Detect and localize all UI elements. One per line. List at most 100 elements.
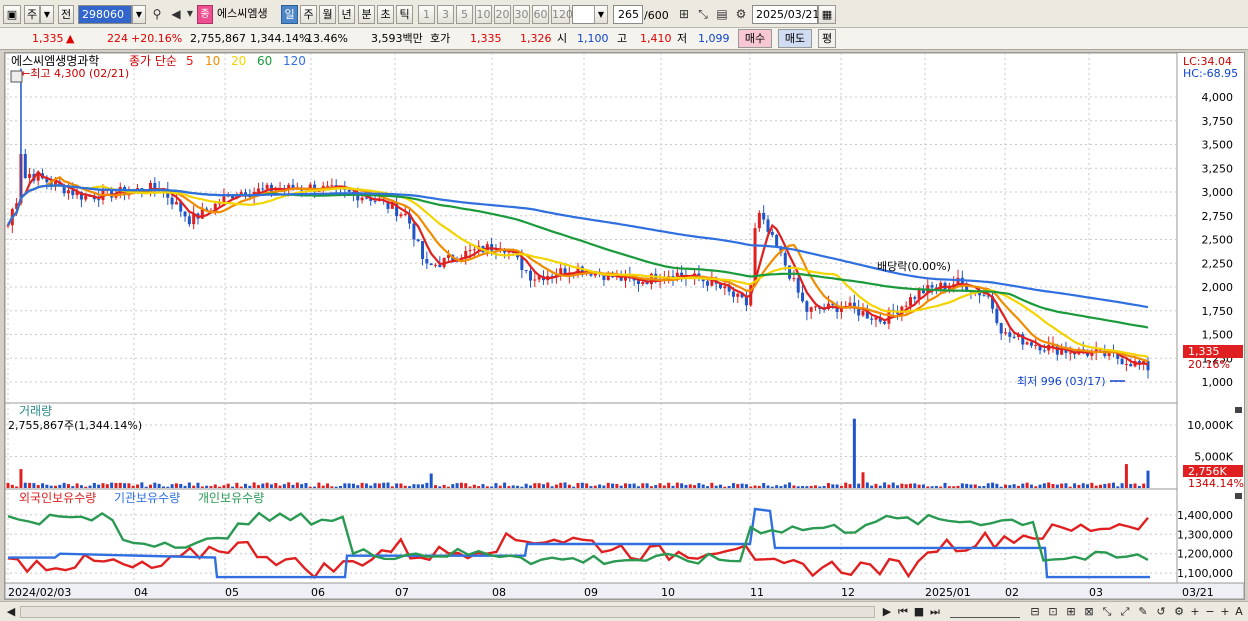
- volume-bar: [6, 482, 10, 488]
- chart-area[interactable]: 4,000 3,750 3,500 3,250 3,000 2,750 2,500 2,250…: [4, 52, 1245, 600]
- volume-bar: [1142, 483, 1146, 488]
- interval-120[interactable]: 120: [551, 5, 573, 24]
- volume-bar: [611, 483, 615, 488]
- last-page-icon[interactable]: ⏭: [928, 604, 942, 620]
- volume-bar: [822, 485, 826, 488]
- volume-bar: [326, 483, 330, 488]
- tool-icon-2[interactable]: ⊡: [1046, 604, 1060, 620]
- period-week[interactable]: 주: [300, 5, 317, 24]
- period-year[interactable]: 년: [338, 5, 355, 24]
- volume-bar: [308, 486, 312, 488]
- volume-bar: [123, 483, 127, 488]
- scroll-right-icon[interactable]: ▶: [880, 604, 894, 620]
- sell-button[interactable]: 매도: [778, 29, 812, 48]
- count-input[interactable]: 265: [613, 5, 643, 24]
- volume-bar: [1029, 484, 1033, 488]
- volume-bar: [261, 483, 265, 488]
- chevron-down-icon[interactable]: ▼: [40, 5, 54, 24]
- interval-10[interactable]: 10: [475, 5, 492, 24]
- candle-body: [883, 321, 887, 324]
- candle-body: [1008, 332, 1012, 337]
- period-day[interactable]: 일: [281, 5, 298, 24]
- buy-button[interactable]: 매수: [738, 29, 772, 48]
- interval-30[interactable]: 30: [513, 5, 530, 24]
- tool-icon-7[interactable]: ✎: [1136, 604, 1150, 620]
- code-dropdown-icon[interactable]: ▼: [132, 5, 146, 24]
- volume-bar: [960, 483, 964, 488]
- volume-bar: [140, 482, 144, 488]
- volume-bar: [149, 484, 152, 488]
- candle-body: [1025, 342, 1029, 345]
- volume-bar: [598, 484, 602, 488]
- volume-bar: [684, 484, 688, 488]
- volume-bar: [1021, 483, 1025, 488]
- period-month[interactable]: 월: [319, 5, 336, 24]
- volume-bar: [503, 482, 507, 488]
- tool-icon-9[interactable]: ⚙: [1172, 604, 1186, 620]
- tool-icon-8[interactable]: ↺: [1154, 604, 1168, 620]
- volume-bar: [464, 483, 468, 488]
- volume-bar: [731, 483, 735, 488]
- volume-bar: [330, 486, 334, 488]
- scroll-track[interactable]: [20, 606, 875, 618]
- price-tick-label: 2,000: [1202, 281, 1234, 294]
- volume-bar: [576, 482, 580, 488]
- eval-button[interactable]: 평: [818, 29, 836, 48]
- code-input[interactable]: 298060: [78, 5, 132, 24]
- tool-icon-3[interactable]: ⊞: [1064, 604, 1078, 620]
- search-icon[interactable]: ⚲: [148, 4, 166, 24]
- bottom-scrollbar[interactable]: ◀ ▶ ⏮ ■ ⏭ ⊟ ⊡ ⊞ ⊠ ⤡ ⤢ ✎ ↺ ⚙ + − + A: [0, 601, 1248, 621]
- interval-20[interactable]: 20: [494, 5, 511, 24]
- volume-bar: [1038, 484, 1042, 488]
- stock-chart-svg[interactable]: 4,000 3,750 3,500 3,250 3,000 2,750 2,500 2,250…: [4, 52, 1245, 600]
- window-icon[interactable]: ▣: [3, 5, 21, 24]
- candle-body: [468, 249, 472, 251]
- period-second[interactable]: 초: [377, 5, 394, 24]
- interval-60[interactable]: 60: [532, 5, 549, 24]
- volume-bar: [891, 482, 895, 488]
- x-tick-label: 05: [225, 586, 239, 599]
- save-icon[interactable]: ▤: [713, 4, 731, 24]
- period-minute[interactable]: 분: [358, 5, 375, 24]
- add-icon[interactable]: +: [1218, 604, 1232, 620]
- stop-icon[interactable]: ■: [912, 604, 926, 620]
- interval-3[interactable]: 3: [437, 5, 454, 24]
- market-select[interactable]: 주: [24, 5, 40, 24]
- tool-icon-5[interactable]: ⤡: [1100, 604, 1114, 620]
- candle-body: [183, 211, 187, 217]
- holding-panel: [4, 488, 1178, 584]
- date-input[interactable]: 2025/03/21: [752, 5, 819, 24]
- candle-body: [403, 213, 407, 215]
- trend-icon[interactable]: ⤡: [694, 4, 712, 24]
- prev-button[interactable]: 전: [58, 5, 74, 24]
- volume-bar: [429, 473, 433, 488]
- calendar-icon[interactable]: ▦: [818, 5, 836, 24]
- scroll-left-icon[interactable]: ◀: [4, 604, 18, 620]
- zoom-slider[interactable]: [950, 606, 1020, 618]
- volume-bar: [10, 484, 14, 488]
- zoom-out-icon[interactable]: −: [1203, 604, 1217, 620]
- zoom-in-icon[interactable]: +: [1188, 604, 1202, 620]
- tool-icon-6[interactable]: ⤢: [1118, 604, 1132, 620]
- tool-icon-4[interactable]: ⊠: [1082, 604, 1096, 620]
- candle-body: [770, 231, 774, 235]
- volume-bar: [127, 483, 131, 488]
- volume-bar: [369, 485, 373, 488]
- interval-5[interactable]: 5: [456, 5, 473, 24]
- volume-bar: [606, 482, 610, 488]
- volume-bar: [451, 484, 455, 488]
- x-tick-label: 2025/01: [925, 586, 971, 599]
- holding-tick-label: 1,300,000: [1177, 528, 1233, 541]
- gear-icon[interactable]: ⚙: [732, 4, 750, 24]
- tool-icon-1[interactable]: ⊟: [1028, 604, 1042, 620]
- interval-dropdown-icon[interactable]: ▼: [594, 5, 608, 24]
- text-tool-icon[interactable]: A: [1232, 604, 1246, 620]
- volume-bar: [973, 484, 977, 488]
- crosshair-icon[interactable]: ⊞: [675, 4, 693, 24]
- interval-1[interactable]: 1: [418, 5, 435, 24]
- volume-bar: [619, 485, 623, 488]
- volume-bar: [602, 485, 606, 488]
- period-tick[interactable]: 틱: [396, 5, 413, 24]
- volume-bar: [360, 482, 364, 488]
- first-page-icon[interactable]: ⏮: [896, 604, 910, 620]
